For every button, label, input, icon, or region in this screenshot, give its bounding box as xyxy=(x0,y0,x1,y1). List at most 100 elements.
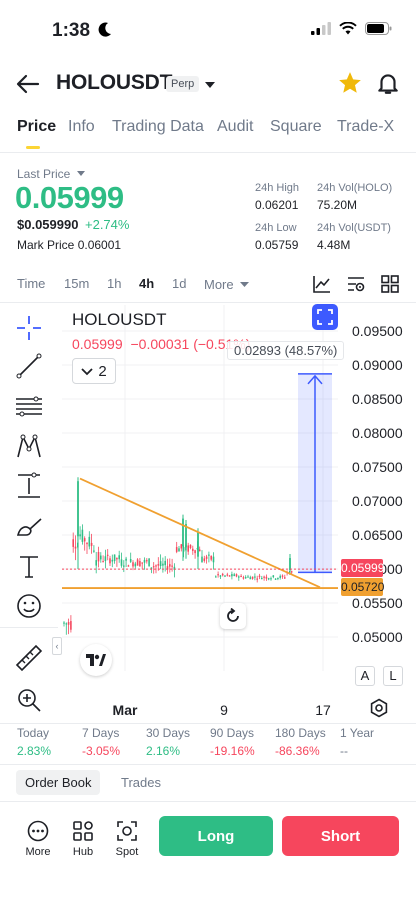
interval-bar: Time 15m 1h 4h 1d More xyxy=(0,274,416,299)
candle-body xyxy=(261,577,263,580)
zoom-in-icon[interactable] xyxy=(14,685,44,715)
low-value: 0.05759 xyxy=(255,238,299,252)
reset-chart-button[interactable] xyxy=(220,603,246,629)
auto-scale-button[interactable]: A xyxy=(355,666,375,686)
candle-body xyxy=(231,574,233,577)
candle-body xyxy=(265,576,268,579)
candle-body xyxy=(189,544,192,548)
fullscreen-button[interactable] xyxy=(312,304,338,330)
log-scale-button[interactable]: L xyxy=(383,666,403,686)
y-tick-label: 0.09000 xyxy=(352,357,403,373)
caret-down-icon xyxy=(240,276,250,291)
pattern-tool-icon[interactable] xyxy=(14,431,44,461)
fullscreen-icon xyxy=(316,308,334,331)
candle-body xyxy=(240,575,242,578)
candle-body xyxy=(238,576,240,578)
status-icons xyxy=(311,21,392,40)
interval-1d[interactable]: 1d xyxy=(172,276,186,291)
caret-down-icon[interactable] xyxy=(204,77,216,95)
interval-1h[interactable]: 1h xyxy=(107,276,121,291)
fib-tool-icon[interactable] xyxy=(14,391,44,421)
interval-15m[interactable]: 15m xyxy=(64,276,89,291)
candle-body xyxy=(208,554,210,556)
long-button[interactable]: Long xyxy=(159,816,273,856)
measure-tool-icon[interactable] xyxy=(14,471,44,501)
emoji-tool-icon[interactable] xyxy=(14,591,44,621)
candle-body xyxy=(86,542,88,545)
candle-body xyxy=(284,577,286,579)
collapse-indicators-button[interactable]: 2 xyxy=(72,358,116,384)
collapse-toolbar-handle[interactable]: ‹ xyxy=(52,637,62,655)
spot-button[interactable]: Spot xyxy=(107,820,147,858)
vol-holo-value: 75.20M xyxy=(317,198,358,212)
candle-body xyxy=(171,565,173,567)
trend-line-tool-icon[interactable] xyxy=(14,351,44,381)
wifi-icon xyxy=(339,21,357,40)
candle-body xyxy=(162,563,164,566)
candle-body xyxy=(100,555,102,560)
interval-time[interactable]: Time xyxy=(17,276,45,291)
tab-order-book[interactable]: Order Book xyxy=(16,770,101,795)
period-30d: 30 Days 2.16% xyxy=(146,726,191,758)
price-chart[interactable]: 0.09500 0.09000 0.08500 0.08000 0.07500 0.070… xyxy=(0,305,416,723)
pair-title[interactable]: HOLOUSDT xyxy=(56,71,172,95)
current-price-badge: 0.05999 xyxy=(341,559,385,577)
tab-info[interactable]: Info xyxy=(68,118,95,136)
contract-badge: Perp xyxy=(166,76,200,92)
indicator-chart-icon[interactable] xyxy=(312,274,332,299)
chart-settings-gear-icon[interactable] xyxy=(369,698,389,723)
tab-trade-x[interactable]: Trade-X xyxy=(337,118,394,136)
candle-body xyxy=(157,564,160,566)
tab-price[interactable]: Price xyxy=(17,118,56,136)
tab-trades[interactable]: Trades xyxy=(112,770,170,795)
back-arrow-icon[interactable] xyxy=(14,70,42,98)
candle-body xyxy=(221,573,224,576)
candle-body xyxy=(77,481,79,537)
candle-body xyxy=(113,554,116,562)
short-button[interactable]: Short xyxy=(282,816,399,856)
candle-body xyxy=(67,622,70,625)
candle-body xyxy=(289,558,291,571)
candle-body xyxy=(224,575,226,577)
candle-body xyxy=(217,574,219,576)
bottom-action-bar: More Hub Spot Long Short xyxy=(0,812,416,872)
high-label: 24h High xyxy=(255,182,300,194)
period-90d: 90 Days -19.16% xyxy=(210,726,255,758)
candle-body xyxy=(242,577,245,579)
candle-body xyxy=(277,577,279,580)
candle-body xyxy=(83,538,86,542)
tradingview-logo xyxy=(80,644,112,676)
candle-body xyxy=(118,555,120,560)
candle-body xyxy=(180,544,183,549)
tab-square[interactable]: Square xyxy=(270,118,322,136)
more-button[interactable]: More xyxy=(18,820,58,858)
crosshair-icon[interactable] xyxy=(14,313,44,343)
hub-button[interactable]: Hub xyxy=(63,820,103,858)
candle-body xyxy=(134,563,137,567)
bell-icon[interactable] xyxy=(375,70,401,101)
ruler-tool-icon[interactable] xyxy=(14,643,44,673)
signal-icon xyxy=(311,22,331,40)
last-price-label[interactable]: Last Price xyxy=(17,166,85,181)
tab-trading-data[interactable]: Trading Data xyxy=(112,118,204,136)
candle-body xyxy=(178,548,180,552)
chart-divider xyxy=(0,723,416,724)
x-axis: Mar 9 17 xyxy=(113,702,331,718)
status-bar: 1:38 xyxy=(0,0,416,56)
refresh-icon xyxy=(225,607,241,629)
low-label: 24h Low xyxy=(255,222,297,234)
chart-settings-icon[interactable] xyxy=(346,274,366,299)
usd-price: $0.059990 xyxy=(17,217,79,232)
candle-body xyxy=(141,562,143,564)
tab-audit[interactable]: Audit xyxy=(217,118,253,136)
candle-body xyxy=(93,550,95,552)
text-tool-icon[interactable] xyxy=(14,551,44,581)
interval-more[interactable]: More xyxy=(204,276,250,292)
candle-body xyxy=(123,565,125,567)
brush-tool-icon[interactable] xyxy=(14,511,44,541)
y-tick-label: 0.07500 xyxy=(352,459,403,475)
grid-layout-icon[interactable] xyxy=(380,274,400,299)
candle-body xyxy=(148,558,150,567)
interval-4h[interactable]: 4h xyxy=(139,276,154,291)
favorite-star-icon[interactable] xyxy=(337,70,363,101)
